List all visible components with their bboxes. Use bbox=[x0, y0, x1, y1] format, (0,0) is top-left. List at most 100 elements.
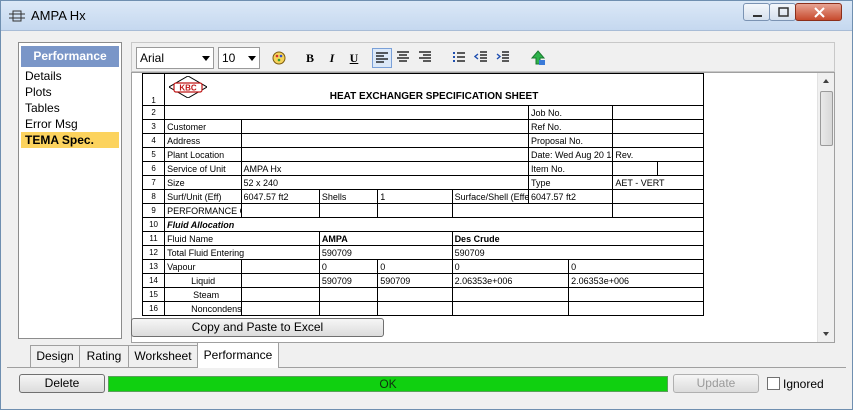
tab-design[interactable]: Design bbox=[30, 345, 80, 367]
row-number: 13 bbox=[141, 259, 166, 274]
indent-icon bbox=[496, 51, 509, 62]
minimize-button[interactable] bbox=[743, 3, 770, 21]
maximize-button[interactable] bbox=[769, 3, 796, 21]
table-cell: Fluid Name bbox=[164, 231, 320, 246]
table-cell bbox=[451, 203, 614, 218]
increase-indent-button[interactable] bbox=[494, 48, 514, 68]
spec-sheet-table: 1 KBC HEAT EXCHANGER SPECIFICATION SHEET… bbox=[141, 73, 705, 316]
row-number: 1 bbox=[141, 73, 166, 106]
table-cell bbox=[240, 203, 320, 218]
table-row: 11 Fluid Name AMPA Des Crude bbox=[141, 231, 705, 246]
decrease-indent-button[interactable] bbox=[472, 48, 492, 68]
table-row: 9 PERFORMANCE OF ONE UNIT bbox=[141, 203, 704, 218]
row-number: 12 bbox=[141, 245, 166, 260]
table-cell: 590709 bbox=[377, 273, 453, 288]
table-cell bbox=[240, 147, 529, 162]
table-cell bbox=[164, 105, 529, 120]
table-cell bbox=[318, 203, 379, 218]
section-heading: Fluid Allocation bbox=[164, 217, 704, 232]
table-cell bbox=[451, 287, 570, 302]
table-cell: 590709 bbox=[451, 245, 705, 260]
align-center-icon bbox=[397, 51, 409, 62]
main-content: Performance Details Plots Tables Error M… bbox=[7, 33, 846, 405]
table-cell bbox=[451, 301, 570, 316]
scroll-down-icon[interactable] bbox=[823, 332, 829, 336]
scroll-up-icon[interactable] bbox=[823, 79, 829, 83]
font-family-select[interactable]: Arial bbox=[136, 47, 214, 69]
font-size-select[interactable]: 10 bbox=[218, 47, 260, 69]
table-cell: 0 bbox=[377, 259, 453, 274]
italic-button[interactable]: I bbox=[322, 48, 342, 68]
ignored-label: Ignored bbox=[783, 377, 824, 391]
color-palette-button[interactable] bbox=[269, 48, 289, 68]
status-indicator: OK bbox=[108, 376, 668, 392]
table-cell bbox=[377, 203, 453, 218]
app-window: AMPA Hx Performance Details Plots Tables… bbox=[0, 0, 853, 410]
table-cell bbox=[612, 161, 658, 176]
bold-button[interactable]: B bbox=[300, 48, 320, 68]
underline-button[interactable]: U bbox=[344, 48, 364, 68]
table-row: 12 Total Fluid Entering 590709 590709 bbox=[141, 245, 705, 260]
table-row: 3 Customer Ref No. bbox=[141, 119, 704, 134]
insert-object-button[interactable] bbox=[528, 48, 548, 68]
nav-item-details[interactable]: Details bbox=[21, 68, 119, 84]
table-cell bbox=[612, 189, 704, 204]
row-number: 6 bbox=[141, 161, 166, 176]
table-cell: AMPA bbox=[318, 231, 453, 246]
table-cell bbox=[377, 301, 453, 316]
nav-item-tables[interactable]: Tables bbox=[21, 100, 119, 116]
table-cell: 6047.57 ft2 bbox=[240, 189, 320, 204]
row-number: 3 bbox=[141, 119, 166, 134]
table-row: 2 Job No. bbox=[141, 105, 704, 120]
table-cell: PERFORMANCE OF ONE UNIT bbox=[164, 203, 242, 218]
align-right-button[interactable] bbox=[416, 48, 436, 68]
outdent-icon bbox=[474, 51, 487, 62]
table-cell bbox=[240, 259, 320, 274]
font-family-value: Arial bbox=[140, 51, 165, 65]
tab-rating[interactable]: Rating bbox=[79, 345, 129, 367]
table-cell bbox=[612, 105, 704, 120]
align-left-button[interactable] bbox=[372, 48, 392, 68]
table-cell: Size bbox=[164, 175, 242, 190]
row-number: 14 bbox=[141, 273, 166, 288]
align-center-button[interactable] bbox=[394, 48, 414, 68]
row-number: 4 bbox=[141, 133, 166, 148]
close-button[interactable] bbox=[795, 3, 842, 21]
table-cell: 1 bbox=[377, 189, 453, 204]
table-row: 5 Plant Location Date: Wed Aug 20 13:55:… bbox=[141, 147, 704, 162]
table-cell bbox=[568, 301, 704, 316]
copy-paste-excel-button[interactable]: Copy and Paste to Excel bbox=[131, 318, 384, 337]
title-bar[interactable]: AMPA Hx bbox=[1, 1, 852, 31]
chevron-down-icon bbox=[248, 56, 256, 61]
table-row: 10 Fluid Allocation bbox=[141, 217, 704, 232]
table-cell: 590709 bbox=[318, 273, 379, 288]
table-cell: Type bbox=[527, 175, 614, 190]
sheet-title: HEAT EXCHANGER SPECIFICATION SHEET bbox=[329, 91, 539, 102]
table-cell: 590709 bbox=[318, 245, 453, 260]
tema-spec-document[interactable]: 1 KBC HEAT EXCHANGER SPECIFICATION SHEET… bbox=[131, 72, 835, 343]
sheet-header: KBC HEAT EXCHANGER SPECIFICATION SHEET bbox=[164, 73, 704, 106]
delete-button[interactable]: Delete bbox=[19, 374, 105, 393]
table-cell bbox=[612, 119, 704, 134]
nav-item-plots[interactable]: Plots bbox=[21, 84, 119, 100]
align-right-icon bbox=[419, 51, 431, 62]
performance-nav: Performance Details Plots Tables Error M… bbox=[18, 42, 122, 339]
nav-item-tema-spec[interactable]: TEMA Spec. bbox=[21, 132, 119, 148]
update-button[interactable]: Update bbox=[673, 374, 759, 393]
table-cell: Total Fluid Entering bbox=[164, 245, 320, 260]
table-cell: Noncondensable bbox=[164, 301, 242, 316]
bullet-list-button[interactable] bbox=[450, 48, 470, 68]
tab-performance[interactable]: Performance bbox=[197, 342, 279, 368]
nav-item-error-msg[interactable]: Error Msg bbox=[21, 116, 119, 132]
table-cell: Surface/Shell (Effective) bbox=[451, 189, 529, 204]
table-row: 4 Address Proposal No. bbox=[141, 133, 704, 148]
scroll-thumb[interactable] bbox=[820, 91, 833, 146]
table-cell: Liquid bbox=[164, 273, 242, 288]
vertical-scrollbar[interactable] bbox=[817, 73, 834, 342]
table-cell: Item No. bbox=[527, 161, 614, 176]
tab-worksheet[interactable]: Worksheet bbox=[128, 345, 198, 367]
table-cell: Rev. bbox=[612, 147, 704, 162]
ignored-checkbox[interactable] bbox=[767, 377, 780, 390]
table-cell: Ref No. bbox=[527, 119, 614, 134]
table-cell: Job No. bbox=[527, 105, 614, 120]
